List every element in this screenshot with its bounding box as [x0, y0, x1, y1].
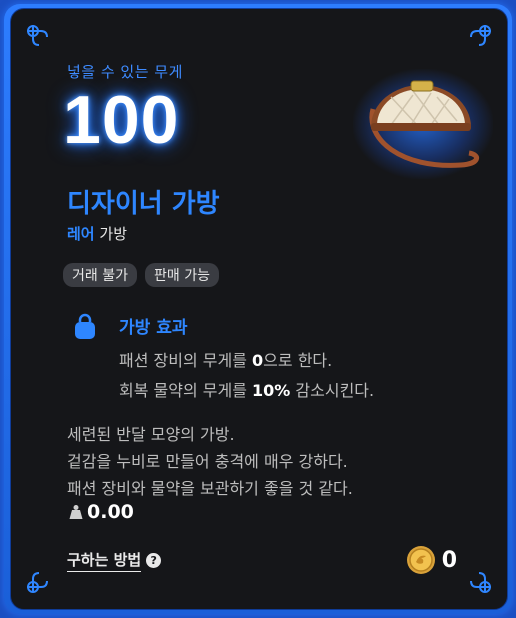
tag-badge: 판매 가능	[144, 263, 219, 287]
bag-effect-title: 가방 효과	[119, 318, 188, 338]
item-name: 디자이너 가방	[67, 189, 220, 219]
category-label: 가방	[99, 225, 127, 243]
weight-capacity-value: 100	[63, 82, 180, 158]
corner-ornament-icon	[23, 561, 59, 597]
corner-ornament-icon	[23, 21, 59, 57]
weight-capacity-label: 넣을 수 있는 무게	[67, 63, 183, 81]
item-description: 세련된 반달 모양의 가방. 겉감을 누비로 만들어 충격에 매우 강하다. 패…	[67, 421, 353, 502]
weight-icon	[69, 505, 83, 519]
rarity-label: 레어	[67, 225, 95, 243]
price-value: 0	[441, 547, 457, 573]
description-line: 겉감을 누비로 만들어 충격에 매우 강하다.	[67, 452, 348, 471]
gold-coin-icon	[406, 546, 435, 574]
description-line: 세련된 반달 모양의 가방.	[67, 425, 235, 444]
help-icon[interactable]: ?	[146, 553, 162, 568]
corner-ornament-icon	[459, 561, 495, 597]
tag-list: 거래 불가 판매 가능	[63, 263, 219, 287]
item-price: 0	[406, 545, 457, 575]
item-weight-value: 0.00	[87, 501, 134, 523]
tag-badge: 거래 불가	[63, 263, 137, 287]
item-tooltip-card: 넣을 수 있는 무게 100 디자이너 가방 레어 가방 거래 불가 판매 가능…	[10, 8, 508, 610]
bag-effect-icon	[75, 313, 95, 339]
designer-bag-image	[369, 80, 479, 168]
bag-effect-line: 패션 장비의 무게를 0으로 한다.	[119, 351, 333, 370]
how-to-obtain-label[interactable]: 구하는 방법	[67, 549, 142, 572]
description-line: 패션 장비와 물약을 보관하기 좋을 것 같다.	[67, 479, 353, 498]
corner-ornament-icon	[459, 21, 495, 57]
how-to-obtain-link[interactable]: 구하는 방법 ?	[67, 549, 162, 572]
bag-effect-line: 회복 물약의 무게를 10% 감소시킨다.	[119, 381, 375, 400]
rarity-line: 레어 가방	[67, 223, 127, 244]
item-weight: 0.00	[69, 501, 134, 523]
